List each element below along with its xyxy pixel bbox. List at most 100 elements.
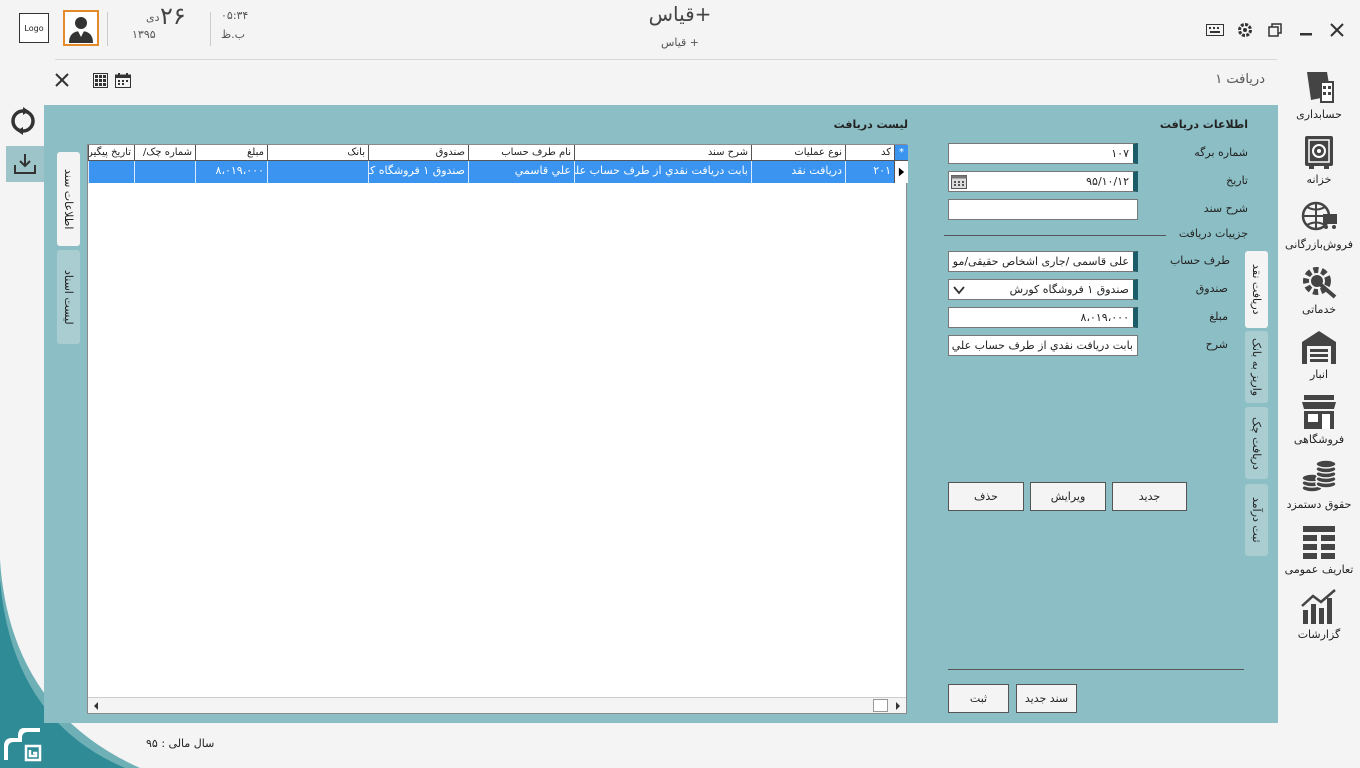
- nav-label: حقوق دستمزد: [1286, 498, 1352, 511]
- settings-gear-icon[interactable]: [1235, 20, 1255, 40]
- delete-button[interactable]: حذف: [948, 482, 1024, 511]
- new-document-button[interactable]: سند جدید: [1016, 684, 1077, 713]
- tab-cash-receipt[interactable]: دریافت نقد: [1245, 251, 1268, 328]
- nav-label: خدماتی: [1301, 303, 1337, 316]
- account-field[interactable]: علی قاسمی /جاری اشخاص حقیقی/مو: [948, 251, 1138, 272]
- date-year: ۱۳۹۵: [132, 28, 156, 41]
- table-cell[interactable]: صندوق ۱ فروشگاه کورش: [368, 161, 468, 183]
- amount-field[interactable]: ۸،۰۱۹،۰۰۰: [948, 307, 1138, 328]
- user-avatar[interactable]: [63, 10, 99, 46]
- scroll-right-icon[interactable]: [894, 701, 902, 711]
- doc-desc-label: شرح سند: [1203, 202, 1248, 215]
- nav-warehouse[interactable]: انبار: [1282, 328, 1356, 390]
- date-month: دی: [146, 11, 160, 24]
- calculator-icon[interactable]: [90, 70, 110, 90]
- tab-bank-deposit[interactable]: واریز به بانک: [1245, 331, 1268, 403]
- column-header[interactable]: تاریخ پیگیری: [88, 145, 134, 161]
- nav-reports[interactable]: گزارشات: [1282, 588, 1356, 650]
- warehouse-icon: [1302, 331, 1336, 364]
- logo: Logo: [19, 13, 49, 43]
- column-header[interactable]: بانک: [267, 145, 368, 161]
- app-title: قیاس+: [648, 2, 712, 26]
- fiscal-year: سال مالی : ۹۵: [146, 737, 215, 750]
- services-icon: [1303, 267, 1337, 299]
- scroll-left-icon[interactable]: [92, 701, 100, 711]
- nav-store[interactable]: فروشگاهی: [1282, 393, 1356, 455]
- details-label: جزییات دریافت: [1178, 227, 1248, 240]
- table-cell[interactable]: [88, 161, 134, 183]
- column-header[interactable]: شماره چک/: [134, 145, 195, 161]
- table-cell[interactable]: دریافت نقد: [751, 161, 845, 183]
- nav-commerce[interactable]: فروش‌بازرگانی: [1282, 198, 1356, 260]
- nav-label: خزانه: [1306, 173, 1332, 186]
- tab-documents-list[interactable]: لیست اسناد: [57, 250, 80, 344]
- account-label: طرف حساب: [1169, 254, 1230, 267]
- nav-label: فروشگاهی: [1293, 433, 1345, 446]
- user-icon: [69, 17, 93, 43]
- date-picker-icon[interactable]: [951, 174, 967, 189]
- table-cell[interactable]: بابت دریافت نقدي از طرف حساب علي قاسمي: [574, 161, 751, 183]
- table-cell[interactable]: [134, 161, 195, 183]
- tab-document-info[interactable]: اطلاعات سند: [57, 152, 80, 246]
- footer-divider: [948, 669, 1244, 670]
- desc-field[interactable]: بابت دریافت نقدي از طرف حساب علي قاسمي: [948, 335, 1138, 356]
- column-header[interactable]: کد: [845, 145, 894, 161]
- close-window-icon[interactable]: [1327, 20, 1347, 40]
- edit-button[interactable]: ویرایش: [1030, 482, 1106, 511]
- calendar-icon[interactable]: [113, 70, 133, 90]
- column-header[interactable]: نام طرف حساب: [468, 145, 574, 161]
- clock-time: ۰۵:۳۴: [221, 9, 249, 22]
- date-label: تاریخ: [1226, 174, 1248, 187]
- table-cell[interactable]: ۸،۰۱۹،۰۰۰: [195, 161, 267, 183]
- chevron-down-icon[interactable]: [952, 283, 966, 297]
- nav-services[interactable]: خدماتی: [1282, 263, 1356, 325]
- submit-button[interactable]: ثبت: [948, 684, 1009, 713]
- title-separator: [55, 59, 1277, 60]
- definitions-icon: [1303, 526, 1335, 559]
- store-icon: [1302, 395, 1336, 429]
- separator: [107, 12, 108, 46]
- app-subtitle: قیاس +: [660, 36, 700, 49]
- download-button[interactable]: [6, 146, 44, 182]
- column-header[interactable]: شرح سند: [574, 145, 751, 161]
- horizontal-scrollbar[interactable]: [88, 697, 906, 713]
- table-row[interactable]: ۲۰۱ دریافت نقد بابت دریافت نقدي از طرف ح…: [88, 161, 908, 183]
- tab-cheque-receipt[interactable]: دریافت چک: [1245, 407, 1268, 479]
- amount-label: مبلغ: [1209, 310, 1228, 323]
- nav-treasury[interactable]: خزانه: [1282, 133, 1356, 195]
- nav-label: انبار: [1309, 368, 1329, 381]
- refresh-icon[interactable]: [9, 107, 37, 135]
- grid-header: * کد نوع عملیات شرح سند نام طرف حساب صند…: [88, 145, 908, 161]
- accounting-icon: [1307, 72, 1334, 103]
- table-cell[interactable]: علي قاسمي: [468, 161, 574, 183]
- keyboard-icon[interactable]: [1205, 20, 1225, 40]
- tab-income-entry[interactable]: ثبت درآمد: [1245, 484, 1268, 556]
- date-field[interactable]: ۹۵/۱۰/۱۲: [948, 171, 1138, 192]
- column-header[interactable]: صندوق: [368, 145, 468, 161]
- grid-new-row-header[interactable]: *: [894, 145, 908, 161]
- column-header[interactable]: مبلغ: [195, 145, 267, 161]
- nav-definitions[interactable]: تعاریف عمومی: [1282, 523, 1356, 585]
- nav-payroll[interactable]: حقوق دستمزد: [1282, 458, 1356, 520]
- table-cell[interactable]: [267, 161, 368, 183]
- new-button[interactable]: جدید: [1112, 482, 1187, 511]
- restore-window-icon[interactable]: [1265, 20, 1285, 40]
- details-divider: [944, 235, 1166, 236]
- table-cell[interactable]: ۲۰۱: [845, 161, 894, 183]
- voucher-no-field[interactable]: ۱۰۷: [948, 143, 1138, 164]
- doc-desc-field[interactable]: [948, 199, 1138, 220]
- brand-logo-icon: [4, 726, 42, 762]
- close-form-icon[interactable]: [52, 70, 72, 90]
- date-day: ۲۶: [160, 2, 186, 30]
- form-title: دریافت ۱: [1215, 72, 1265, 87]
- receipt-info-title: اطلاعات دریافت: [1159, 118, 1248, 131]
- nav-accounting[interactable]: حسابداری: [1282, 68, 1356, 130]
- scroll-thumb[interactable]: [873, 699, 888, 712]
- title-bar: Logo ۲۶ دی ۱۳۹۵ ۰۵:۳۴ ب.ظ قیاس+ قیاس +: [0, 0, 1360, 58]
- column-header[interactable]: نوع عملیات: [751, 145, 845, 161]
- nav-label: فروش‌بازرگانی: [1285, 238, 1353, 251]
- treasury-icon: [1305, 136, 1333, 169]
- fund-select[interactable]: صندوق ۱ فروشگاه کورش: [948, 279, 1138, 300]
- minimize-icon[interactable]: [1296, 20, 1316, 40]
- clock-ampm: ب.ظ: [221, 28, 246, 41]
